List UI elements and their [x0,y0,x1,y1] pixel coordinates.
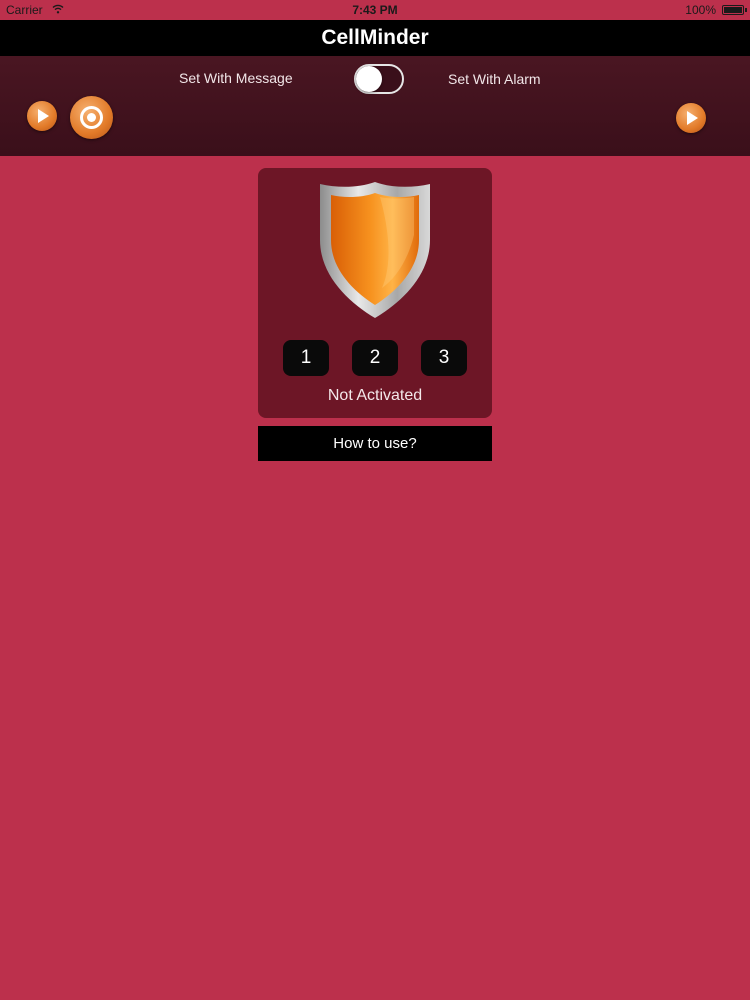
shield-icon[interactable] [318,180,432,320]
status-time: 7:43 PM [352,3,398,17]
set-with-alarm-label: Set With Alarm [448,71,541,87]
battery-icon [722,5,747,15]
protection-card: 1 2 3 Not Activated [258,168,492,418]
play-icon [38,109,49,123]
record-button[interactable] [70,96,113,139]
set-with-message-label: Set With Message [179,70,293,86]
play-message-button[interactable] [27,101,57,131]
play-alarm-button[interactable] [676,103,706,133]
play-icon [687,111,698,125]
record-icon [80,106,103,129]
number-2-button[interactable]: 2 [352,340,398,376]
toolbar: Set With Message Set With Alarm [0,56,750,156]
status-bar: Carrier 7:43 PM 100% [0,0,750,20]
battery-percent: 100% [685,3,716,17]
number-1-button[interactable]: 1 [283,340,329,376]
number-3-button[interactable]: 3 [421,340,467,376]
alarm-mode-toggle[interactable] [354,64,404,94]
activation-status: Not Activated [327,387,423,404]
how-to-use-button[interactable]: How to use? [258,426,492,461]
app-title: CellMinder [0,20,750,56]
toggle-knob [356,66,382,92]
